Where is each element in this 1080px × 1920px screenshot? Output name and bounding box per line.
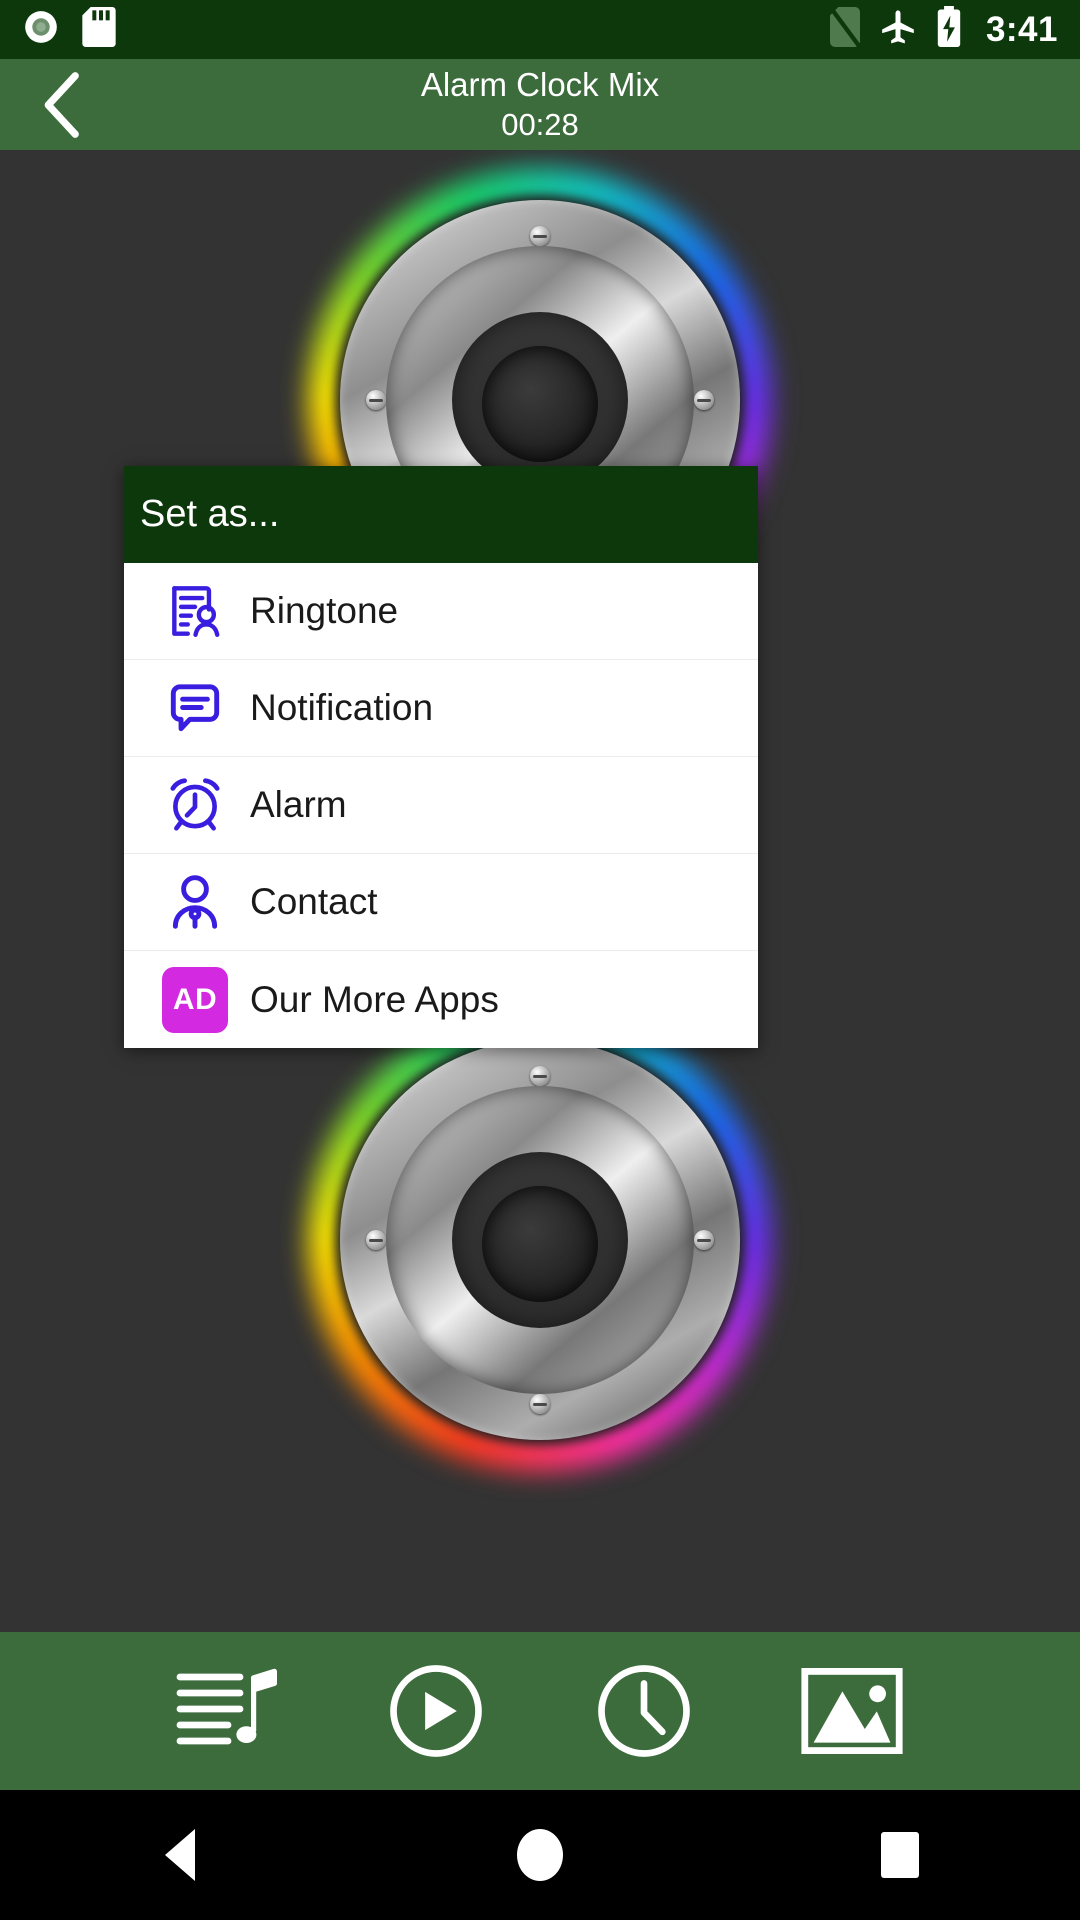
page-title: Alarm Clock Mix: [420, 66, 660, 103]
toolbar-clock-button[interactable]: [586, 1653, 702, 1769]
bottom-toolbar: [0, 1632, 1080, 1790]
ad-badge-icon: AD: [140, 966, 250, 1033]
dialog-item-label: Our More Apps: [250, 978, 499, 1020]
status-bar: 3:41: [0, 0, 1080, 59]
screw-icon: [530, 1394, 550, 1414]
nav-recents-button[interactable]: [825, 1790, 975, 1920]
ringtone-document-person-icon: [140, 580, 250, 642]
dialog-header: Set as...: [124, 466, 758, 563]
dialog-item-contact[interactable]: Contact: [124, 854, 758, 951]
speaker-cone: [452, 312, 628, 488]
nav-back-button[interactable]: [105, 1790, 255, 1920]
set-as-dialog: Set as... Ringtone Notification Alarm Co…: [124, 466, 758, 1048]
app-header-titles: Alarm Clock Mix 00:28: [0, 59, 1080, 150]
back-chevron-icon: [44, 71, 79, 138]
dialog-options-list: Ringtone Notification Alarm Contact AD O…: [124, 563, 758, 1048]
dialog-item-label: Notification: [250, 687, 434, 728]
ad-badge-label: AD: [172, 982, 218, 1016]
screw-icon: [366, 1230, 386, 1250]
screw-icon: [694, 390, 714, 410]
record-dot-icon: [22, 8, 60, 51]
alarm-clock-icon: [140, 774, 250, 836]
clock-icon: [598, 1665, 690, 1757]
screw-icon: [530, 1066, 550, 1086]
dialog-item-alarm[interactable]: Alarm: [124, 757, 758, 854]
back-button[interactable]: [26, 67, 102, 143]
battery-charging-icon: [936, 6, 962, 53]
dialog-item-our-more-apps[interactable]: AD Our More Apps: [124, 951, 758, 1048]
speaker-bezel: [340, 1040, 740, 1440]
playlist-music-icon: [176, 1668, 277, 1745]
android-nav-bar: [0, 1790, 1080, 1920]
speaker-cone: [452, 1152, 628, 1328]
nav-recents-icon: [881, 1832, 919, 1878]
phone-screen: 3:41 Alarm Clock Mix 00:28 Set as... Rin…: [0, 0, 1080, 1920]
dialog-title: Set as...: [140, 493, 280, 535]
sd-card-icon: [82, 7, 116, 52]
image-gallery-icon: [801, 1668, 903, 1754]
nav-home-button[interactable]: [465, 1790, 615, 1920]
dialog-item-label: Ringtone: [250, 590, 399, 631]
toolbar-gallery-button[interactable]: [794, 1653, 910, 1769]
speaker-artwork-bottom: [0, 1008, 1080, 1472]
app-header-bar: Alarm Clock Mix 00:28: [0, 59, 1080, 150]
airplane-mode-icon: [878, 7, 918, 52]
notification-speech-bubble-icon: [140, 677, 250, 739]
dialog-item-notification[interactable]: Notification: [124, 660, 758, 757]
status-bar-clock: 3:41: [985, 9, 1058, 49]
nav-back-icon: [165, 1829, 195, 1881]
no-sim-icon: [829, 6, 861, 52]
dialog-item-label: Contact: [250, 881, 378, 922]
contact-person-icon: [140, 871, 250, 933]
screw-icon: [530, 226, 550, 246]
toolbar-playlist-button[interactable]: [170, 1653, 286, 1769]
status-bar-right-icons: 3:41: [829, 6, 1058, 53]
play-circle-icon: [390, 1665, 482, 1757]
track-duration: 00:28: [501, 107, 579, 142]
nav-home-icon: [517, 1829, 563, 1881]
screw-icon: [366, 390, 386, 410]
dialog-item-ringtone[interactable]: Ringtone: [124, 563, 758, 660]
screw-icon: [694, 1230, 714, 1250]
toolbar-play-button[interactable]: [378, 1653, 494, 1769]
status-bar-left-icons: [22, 7, 116, 52]
dialog-item-label: Alarm: [250, 784, 347, 825]
